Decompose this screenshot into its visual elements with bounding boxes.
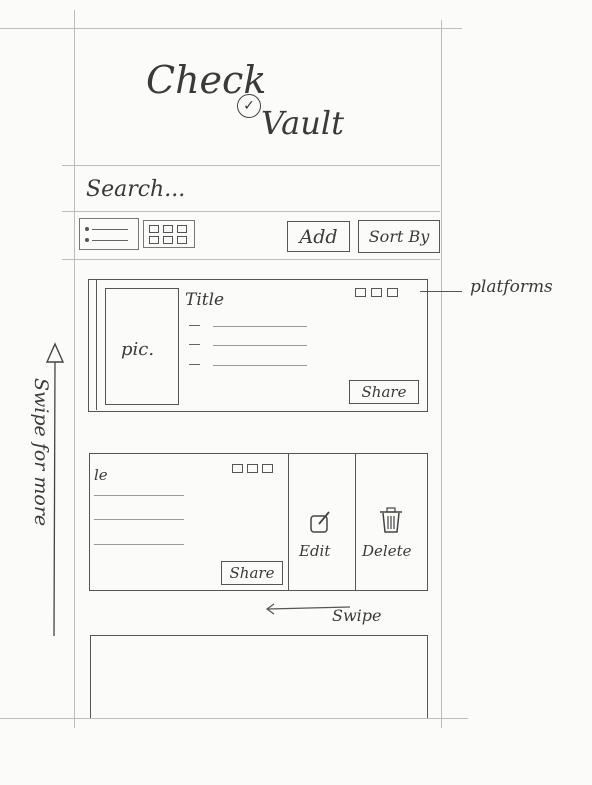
item-card[interactable] (90, 635, 428, 718)
detail-line (94, 519, 184, 520)
platform-icon (371, 288, 382, 297)
platforms-annotation: platforms (470, 277, 553, 297)
guide-line-top (0, 28, 462, 29)
detail-line (94, 544, 184, 545)
delete-action-button[interactable]: Delete (356, 454, 427, 590)
detail-bullet (189, 325, 200, 326)
screen-right-edge (441, 20, 442, 728)
list-line-icon (92, 240, 128, 241)
search-input[interactable]: Search... (86, 177, 426, 205)
platform-icon (262, 464, 273, 473)
item-title: Title (185, 290, 225, 310)
guide-line-bottom (0, 718, 468, 719)
detail-line (213, 326, 307, 327)
guide-line-search (62, 211, 440, 212)
platform-icon (247, 464, 258, 473)
detail-bullet (189, 364, 200, 365)
platform-icon (387, 288, 398, 297)
detail-line (94, 495, 184, 496)
grid-view-toggle[interactable] (143, 220, 195, 248)
delete-label: Delete (362, 542, 412, 560)
screen-left-edge (74, 10, 75, 728)
grid-cell-icon (163, 236, 173, 244)
edit-label: Edit (299, 542, 331, 560)
picture-label: pic. (121, 339, 155, 360)
grid-cell-icon (177, 225, 187, 233)
share-button[interactable]: Share (221, 561, 283, 585)
list-view-toggle[interactable] (79, 218, 139, 250)
guide-line-header (62, 165, 440, 166)
grid-cell-icon (149, 236, 159, 244)
annotation-arrow-line (420, 291, 462, 292)
trash-icon (378, 506, 404, 534)
app-title-vault: Vault (261, 104, 344, 142)
platform-icon (355, 288, 366, 297)
detail-line (213, 365, 307, 366)
checkmark-icon: ✓ (237, 94, 261, 118)
share-button[interactable]: Share (349, 380, 419, 404)
list-bullet-icon (85, 238, 89, 242)
item-card-swiped[interactable]: le Share Edit Delete (89, 453, 428, 591)
add-button[interactable]: Add (287, 221, 350, 252)
list-bullet-icon (85, 227, 89, 231)
grid-cell-icon (163, 225, 173, 233)
card-inner-border (96, 280, 97, 410)
sort-by-button[interactable]: Sort By (358, 220, 440, 253)
grid-cell-icon (177, 236, 187, 244)
item-card[interactable]: pic. Title Share (88, 279, 428, 412)
swipe-annotation: Swipe (332, 606, 382, 625)
grid-cell-icon (149, 225, 159, 233)
list-line-icon (92, 229, 128, 230)
detail-line (213, 345, 307, 346)
detail-bullet (189, 344, 200, 345)
platform-icon (232, 464, 243, 473)
edit-action-button[interactable]: Edit (289, 454, 355, 590)
item-title: le (94, 466, 108, 484)
item-picture: pic. (105, 288, 179, 405)
pencil-square-icon (309, 510, 331, 533)
guide-line-toolbar (62, 259, 440, 260)
swipe-for-more-annotation: Swipe for more (30, 378, 52, 527)
